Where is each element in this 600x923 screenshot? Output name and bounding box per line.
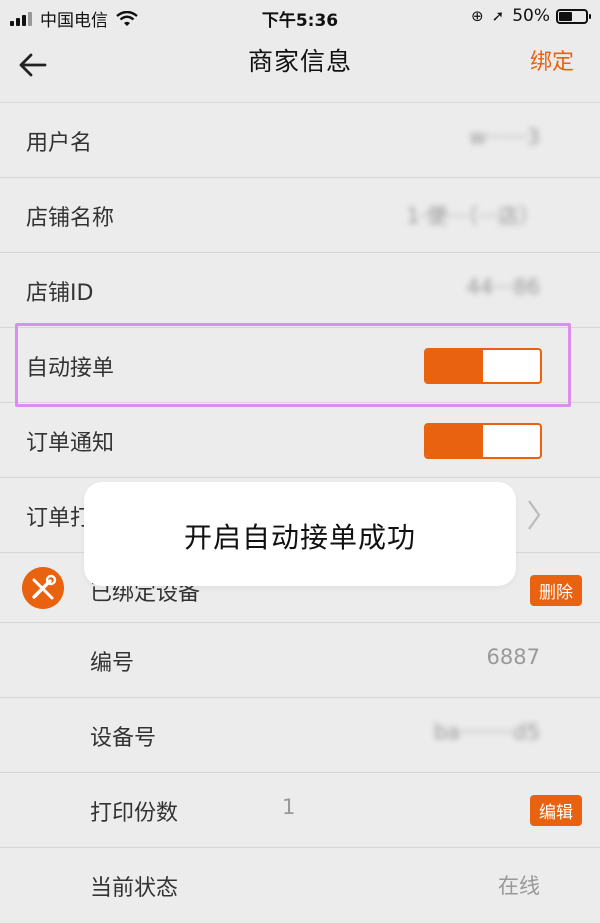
delete-button[interactable]: 删除: [530, 575, 582, 606]
username-value: w······3: [469, 125, 540, 149]
toast: 开启自动接单成功: [84, 482, 516, 586]
chevron-right-icon: [528, 500, 541, 530]
rotation-lock-icon: ⊕: [471, 7, 484, 25]
row-username: 用户名 w······3: [0, 102, 600, 176]
row-shop-id: 店铺ID 44···86: [0, 252, 600, 326]
bind-button[interactable]: 绑定: [530, 44, 574, 76]
row-state: 当前状态 在线: [0, 847, 600, 921]
copies-label: 打印份数: [90, 801, 179, 826]
serial-value: 6887: [486, 645, 540, 669]
order-notify-toggle[interactable]: [424, 423, 542, 459]
shop-name-label: 店铺名称: [26, 206, 115, 231]
row-copies: 打印份数 1 编辑: [0, 772, 600, 846]
username-label: 用户名: [26, 131, 93, 156]
shop-id-value: 44···86: [466, 275, 540, 299]
row-shop-name: 店铺名称 1·便···（···店）: [0, 177, 600, 251]
nav-bar: 商家信息 绑定: [0, 34, 600, 98]
battery-percent: 50%: [512, 6, 550, 26]
order-print-label: 订单打: [26, 506, 93, 531]
status-right: ⊕ ➚ 50%: [471, 6, 591, 26]
location-icon: ➚: [491, 7, 505, 25]
page-title: 商家信息: [247, 47, 352, 76]
row-serial: 编号 6887: [0, 622, 600, 696]
shop-name-value: 1·便···（···店）: [406, 204, 540, 228]
battery-icon: [556, 8, 591, 24]
serial-label: 编号: [90, 651, 135, 676]
state-label: 当前状态: [90, 876, 179, 901]
row-order-notify: 订单通知: [0, 402, 600, 476]
tools-icon: [22, 567, 64, 609]
copies-value: 1: [282, 795, 296, 819]
state-value: 在线: [498, 874, 540, 898]
shop-id-label: 店铺ID: [26, 281, 94, 306]
status-bar: 中国电信 下午5:36 ⊕ ➚ 50%: [0, 0, 600, 34]
edit-button[interactable]: 编辑: [530, 795, 582, 826]
row-device-no: 设备号 ba········d5: [0, 697, 600, 771]
toast-message: 开启自动接单成功: [183, 521, 416, 554]
order-notify-label: 订单通知: [26, 431, 115, 456]
device-no-label: 设备号: [90, 726, 157, 751]
device-no-value: ba········d5: [433, 720, 540, 744]
highlight-box: [15, 323, 571, 407]
